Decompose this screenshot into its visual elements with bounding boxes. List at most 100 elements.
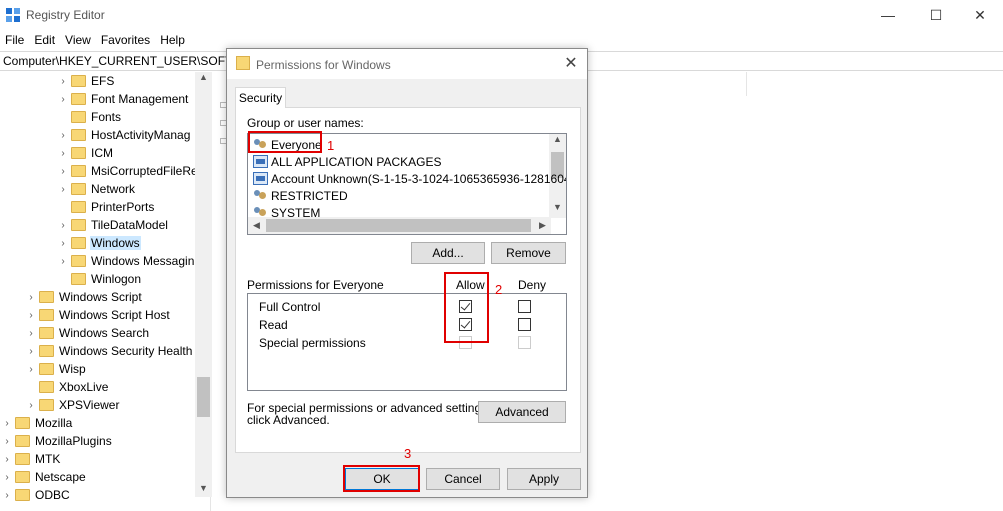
deny-checkbox[interactable] [518, 300, 531, 313]
user-list-item[interactable]: Account Unknown(S-1-15-3-1024-1065365936… [253, 170, 566, 187]
tree-item[interactable]: › Windows Script Host [26, 306, 171, 324]
tab-security[interactable]: Security [235, 87, 286, 108]
maximize-button[interactable]: ☐ [913, 0, 959, 30]
user-list[interactable]: ▲ ▼ ◀ ▶ Everyone ALL APPLICATION PACKAGES… [247, 133, 567, 235]
tree-item[interactable]: › Netscape [2, 468, 87, 486]
scroll-down-arrow-icon[interactable]: ▼ [195, 483, 212, 497]
scroll-left-arrow-icon[interactable]: ◀ [248, 220, 265, 231]
tree-item[interactable]: › ODBC [2, 486, 71, 504]
tree-item[interactable]: › MsiCorruptedFileRe [58, 162, 199, 180]
chevron-right-icon[interactable]: › [58, 76, 68, 87]
close-button[interactable]: ✕ [957, 0, 1003, 30]
chevron-right-icon[interactable]: › [58, 94, 68, 105]
user-name[interactable]: Everyone [271, 138, 322, 152]
chevron-right-icon[interactable]: › [2, 472, 12, 483]
tree-item[interactable]: › MozillaPlugins [2, 432, 113, 450]
user-list-item[interactable]: RESTRICTED [253, 187, 348, 204]
tree-item[interactable]: › Mozilla [2, 414, 73, 432]
tree-item-label[interactable]: XPSViewer [58, 398, 120, 412]
chevron-right-icon[interactable]: › [58, 148, 68, 159]
cancel-button[interactable]: Cancel [426, 468, 500, 490]
tree-item-label[interactable]: ODBC [34, 488, 71, 502]
tree-item[interactable]: Fonts [58, 108, 122, 126]
chevron-right-icon[interactable]: › [26, 346, 36, 357]
user-name[interactable]: Account Unknown(S-1-15-3-1024-1065365936… [271, 172, 566, 186]
scroll-up-arrow-icon[interactable]: ▲ [549, 134, 566, 144]
tree-item-label[interactable]: XboxLive [58, 380, 109, 394]
tree-scrollbar[interactable]: ▲ ▼ [195, 72, 212, 497]
scroll-up-arrow-icon[interactable]: ▲ [195, 72, 212, 86]
tree-item-label[interactable]: Winlogon [90, 272, 142, 286]
apply-button[interactable]: Apply [507, 468, 581, 490]
chevron-right-icon[interactable]: › [58, 220, 68, 231]
tree-item[interactable]: › Windows [58, 234, 141, 252]
tree-item[interactable]: › HostActivityManag [58, 126, 191, 144]
chevron-right-icon[interactable]: › [58, 238, 68, 249]
tree-item[interactable]: › TileDataModel [58, 216, 169, 234]
allow-checkbox[interactable] [459, 318, 472, 331]
chevron-right-icon[interactable]: › [58, 166, 68, 177]
chevron-right-icon[interactable]: › [58, 184, 68, 195]
user-list-item[interactable]: Everyone [253, 136, 322, 153]
tree-item-label[interactable]: Windows Messagin [90, 254, 195, 268]
allow-checkbox[interactable] [459, 300, 472, 313]
menu-file[interactable]: File [0, 31, 29, 49]
column-divider[interactable] [746, 72, 747, 96]
tree-item-label[interactable]: Windows Security Health [58, 344, 193, 358]
advanced-button[interactable]: Advanced [478, 401, 566, 423]
tree-item-label[interactable]: Mozilla [34, 416, 73, 430]
tree-item-label[interactable]: Network [90, 182, 136, 196]
scroll-down-arrow-icon[interactable]: ▼ [549, 202, 566, 212]
tree-item-label[interactable]: ICM [90, 146, 114, 160]
tree-item-label[interactable]: PrinterPorts [90, 200, 155, 214]
menu-view[interactable]: View [60, 31, 96, 49]
user-list-item[interactable]: SYSTEM [253, 204, 320, 221]
tree-item-label[interactable]: Windows [90, 236, 141, 250]
user-name[interactable]: ALL APPLICATION PACKAGES [271, 155, 442, 169]
ok-button[interactable]: OK [345, 468, 419, 490]
deny-checkbox[interactable] [518, 318, 531, 331]
tree-item[interactable]: › EFS [58, 72, 115, 90]
tree-item[interactable]: › ICM [58, 144, 114, 162]
tree-item-label[interactable]: Windows Search [58, 326, 150, 340]
tree-item-label[interactable]: Windows Script [58, 290, 143, 304]
add-button[interactable]: Add... [411, 242, 485, 264]
tree-item[interactable]: Winlogon [58, 270, 142, 288]
tree-item[interactable]: › XPSViewer [26, 396, 120, 414]
tree-item[interactable]: XboxLive [26, 378, 109, 396]
chevron-right-icon[interactable]: › [26, 310, 36, 321]
chevron-right-icon[interactable]: › [2, 490, 12, 501]
chevron-right-icon[interactable]: › [26, 400, 36, 411]
tree-item-label[interactable]: EFS [90, 74, 115, 88]
tree-item[interactable]: › Windows Search [26, 324, 150, 342]
user-name[interactable]: RESTRICTED [271, 189, 348, 203]
chevron-right-icon[interactable]: › [26, 292, 36, 303]
minimize-button[interactable]: — [865, 0, 911, 30]
tree-item-label[interactable]: Wisp [58, 362, 87, 376]
menu-edit[interactable]: Edit [29, 31, 60, 49]
dialog-close-button[interactable]: ✕ [561, 54, 581, 74]
tree-item-label[interactable]: TileDataModel [90, 218, 169, 232]
tree-item-label[interactable]: Font Management [90, 92, 189, 106]
tree-item-label[interactable]: Netscape [34, 470, 87, 484]
chevron-right-icon[interactable]: › [26, 328, 36, 339]
remove-button[interactable]: Remove [491, 242, 566, 264]
chevron-right-icon[interactable]: › [26, 364, 36, 375]
tree-item[interactable]: › Network [58, 180, 136, 198]
tree-item-label[interactable]: MsiCorruptedFileRe [90, 164, 199, 178]
tree-item-label[interactable]: HostActivityManag [90, 128, 191, 142]
tree-item-label[interactable]: Windows Script Host [58, 308, 171, 322]
user-list-item[interactable]: ALL APPLICATION PACKAGES [253, 153, 442, 170]
menu-favorites[interactable]: Favorites [96, 31, 155, 49]
tree-scroll-thumb[interactable] [197, 377, 210, 417]
tree-item[interactable]: › Font Management [58, 90, 189, 108]
chevron-right-icon[interactable]: › [2, 436, 12, 447]
chevron-right-icon[interactable]: › [58, 130, 68, 141]
scroll-right-arrow-icon[interactable]: ▶ [534, 220, 551, 231]
tree-item[interactable]: PrinterPorts [58, 198, 155, 216]
tree-item-label[interactable]: MozillaPlugins [34, 434, 113, 448]
tree-item[interactable]: › Wisp [26, 360, 87, 378]
tree-item[interactable]: › Windows Messagin [58, 252, 195, 270]
chevron-right-icon[interactable]: › [2, 454, 12, 465]
tree-item-label[interactable]: Fonts [90, 110, 122, 124]
